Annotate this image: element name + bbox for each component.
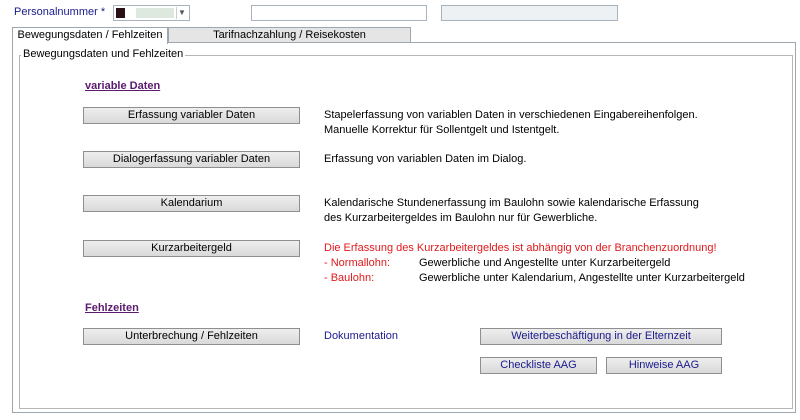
kalendarium-desc-2: des Kurzarbeitergeldes im Baulohn nur fü… [324, 212, 598, 224]
personalnummer-label: Personalnummer * [14, 6, 106, 18]
chevron-down-icon[interactable]: ▼ [176, 7, 187, 19]
personalnummer-value [136, 8, 174, 18]
section-title-fehlzeiten: Fehlzeiten [85, 302, 139, 314]
elternzeit-button[interactable]: Weiterbeschäftigung in der Elternzeit [480, 328, 722, 345]
erfassung-variabler-daten-button[interactable]: Erfassung variabler Daten [83, 107, 300, 124]
normallohn-label: - Normallohn: [324, 257, 391, 269]
tab-tarifnachzahlung[interactable]: Tarifnachzahlung / Reisekosten [168, 27, 411, 43]
dialogerfassung-button[interactable]: Dialogerfassung variabler Daten [83, 151, 300, 168]
readonly-field [441, 5, 618, 21]
dialogerfassung-desc: Erfassung von variablen Daten im Dialog. [324, 153, 527, 165]
baulohn-value: Gewerbliche unter Kalendarium, Angestell… [419, 272, 745, 284]
erfassung-desc-2: Manuelle Korrektur für Sollentgelt und I… [324, 124, 560, 136]
kalendarium-button[interactable]: Kalendarium [83, 195, 300, 212]
tab-bewegungsdaten[interactable]: Bewegungsdaten / Fehlzeiten [12, 27, 168, 44]
normallohn-value: Gewerbliche und Angestellte unter Kurzar… [419, 257, 671, 269]
kurzarbeitergeld-warning: Die Erfassung des Kurzarbeitergeldes ist… [324, 242, 717, 254]
erfassung-desc-1: Stapelerfassung von variablen Daten in v… [324, 109, 698, 121]
color-swatch [116, 8, 125, 18]
dokumentation-link[interactable]: Dokumentation [324, 330, 398, 342]
group-legend: Bewegungsdaten und Fehlzeiten [21, 48, 186, 60]
personalnummer-combo[interactable]: ▼ [113, 5, 190, 21]
baulohn-label: - Baulohn: [324, 272, 375, 284]
unterbrechung-fehlzeiten-button[interactable]: Unterbrechung / Fehlzeiten [83, 328, 300, 345]
checkliste-aag-button[interactable]: Checkliste AAG [480, 357, 597, 374]
section-title-variable-daten: variable Daten [85, 80, 161, 92]
kalendarium-desc-1: Kalendarische Stundenerfassung im Bauloh… [324, 197, 699, 209]
hinweise-aag-button[interactable]: Hinweise AAG [606, 357, 722, 374]
name-field[interactable] [251, 5, 427, 21]
kurzarbeitergeld-button[interactable]: Kurzarbeitergeld [83, 240, 300, 257]
